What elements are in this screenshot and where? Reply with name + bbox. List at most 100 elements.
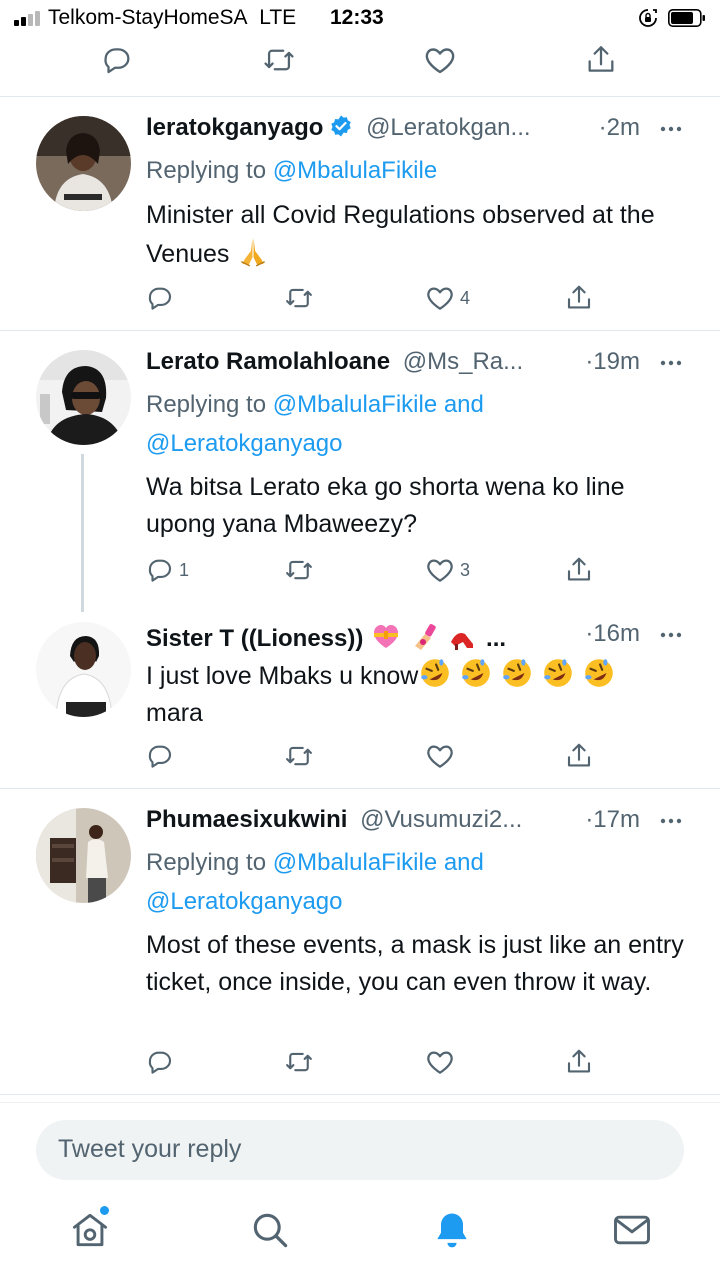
reply-button[interactable]: 1	[145, 550, 189, 590]
replying-to: Replying to @MbalulaFikile and @Leratokg…	[146, 391, 484, 457]
carrier-label: Telkom-StayHomeSA LTE	[48, 6, 297, 29]
retweet-button[interactable]	[284, 278, 314, 318]
share-icon	[567, 285, 591, 309]
reply-button[interactable]	[145, 1042, 175, 1082]
avatar[interactable]	[36, 808, 131, 903]
avatar[interactable]	[36, 622, 131, 717]
status-bar: Telkom-StayHomeSA LTE 12:33	[0, 0, 720, 36]
divider	[0, 1094, 720, 1095]
share-button[interactable]	[564, 278, 594, 318]
mention-link[interactable]: @MbalulaFikile and	[273, 391, 484, 418]
share-button[interactable]	[564, 550, 594, 590]
reply-button[interactable]	[100, 40, 134, 80]
tweet-actions: 4	[0, 278, 720, 318]
battery-icon	[668, 9, 705, 27]
replying-to: Replying to @MbalulaFikile	[146, 157, 438, 184]
reply-button[interactable]	[145, 278, 175, 318]
rotation-lock-icon	[639, 9, 657, 27]
rolling-laughing-emoji	[585, 659, 613, 687]
notifications-tab[interactable]	[430, 1208, 474, 1252]
display-name[interactable]: Phumaesixukwini	[146, 806, 347, 833]
tweet-timestamp[interactable]: ·19m	[585, 348, 640, 376]
like-button[interactable]: 4	[424, 278, 470, 318]
mention-link[interactable]: @Leratokganyago	[146, 430, 343, 457]
retweet-button[interactable]	[262, 40, 296, 80]
home-tab[interactable]	[68, 1206, 112, 1252]
status-time: 12:33	[330, 6, 384, 29]
avatar[interactable]	[36, 116, 131, 211]
retweet-button[interactable]	[284, 736, 314, 776]
retweet-button[interactable]	[284, 550, 314, 590]
bottom-navigation	[0, 1196, 720, 1280]
heart-icon	[427, 745, 453, 768]
retweet-button[interactable]	[284, 1042, 314, 1082]
display-name[interactable]: Sister T ((Lioness))	[146, 625, 363, 652]
tweet-card[interactable]: Sister T ((Lioness)) ... ·16m I just lov…	[0, 606, 720, 788]
reply-placeholder: Tweet your reply	[58, 1135, 242, 1163]
tweet-timestamp[interactable]: ·17m	[585, 806, 640, 834]
mention-link[interactable]: @Leratokganyago	[146, 888, 343, 915]
reply-icon	[148, 287, 172, 310]
tweet-header: Sister T ((Lioness)) ... ·16m	[146, 620, 686, 656]
tweet-text: Minister all Covid Regulations observed …	[146, 201, 655, 268]
high-heel-emoji	[451, 633, 474, 650]
retweet-icon	[286, 1052, 312, 1072]
tweet-text: I just love Mbaks u know mara	[146, 656, 691, 732]
reply-icon	[148, 559, 172, 582]
retweet-icon	[264, 49, 294, 71]
heart-icon	[427, 287, 453, 310]
tweet-card[interactable]: Lerato Ramolahloane @Ms_Ra... ·19m Reply…	[0, 330, 720, 612]
search-tab[interactable]	[248, 1208, 292, 1252]
like-button[interactable]	[424, 1042, 456, 1082]
messages-tab[interactable]	[610, 1208, 654, 1252]
notifications-bell-icon	[437, 1213, 467, 1248]
reply-count: 1	[179, 559, 190, 580]
more-options-icon[interactable]	[656, 114, 686, 144]
tweet-actions: 1 3	[0, 550, 720, 590]
share-button[interactable]	[564, 1042, 594, 1082]
share-button[interactable]	[584, 40, 618, 80]
share-icon	[567, 743, 591, 767]
display-name-truncation: ...	[486, 625, 507, 652]
heart-with-ribbon-emoji	[374, 625, 399, 648]
like-button[interactable]: 3	[424, 550, 470, 590]
display-name[interactable]: leratokganyago	[146, 114, 323, 141]
user-handle: @Ms_Ra...	[402, 348, 524, 375]
tweet-header: leratokganyago @Leratokgan... ·2m	[146, 114, 686, 150]
reply-button[interactable]	[145, 736, 175, 776]
avatar[interactable]	[36, 350, 131, 445]
avatar-image	[36, 116, 131, 211]
like-button[interactable]	[424, 736, 456, 776]
like-button[interactable]	[422, 40, 458, 80]
tweet-card[interactable]: leratokganyago @Leratokgan... ·2m Replyi…	[0, 96, 720, 330]
rolling-laughing-emoji	[462, 659, 491, 687]
like-count: 4	[460, 287, 471, 308]
rolling-laughing-emoji	[544, 659, 573, 687]
tweet-header: Phumaesixukwini @Vusumuzi2... ·17m	[146, 806, 686, 842]
display-name[interactable]: Lerato Ramolahloane	[146, 348, 390, 375]
more-options-icon[interactable]	[656, 348, 686, 378]
share-icon	[567, 1049, 591, 1073]
retweet-icon	[286, 560, 312, 580]
tweet-timestamp[interactable]: ·16m	[585, 620, 640, 648]
share-icon	[567, 557, 591, 581]
tweet-card[interactable]: Phumaesixukwini @Vusumuzi2... ·17m Reply…	[0, 788, 720, 1094]
tweet-timestamp[interactable]: ·2m	[599, 114, 640, 142]
user-handle: @Leratokgan...	[366, 114, 531, 141]
reply-icon	[148, 1051, 172, 1074]
more-options-icon[interactable]	[656, 620, 686, 650]
user-handle: @Vusumuzi2...	[360, 806, 523, 833]
tweet-reply-input[interactable]: Tweet your reply	[36, 1120, 684, 1180]
avatar-image	[36, 622, 131, 717]
reply-icon	[104, 48, 130, 74]
folded-hands-emoji	[241, 238, 266, 267]
tweet-text: Most of these events, a mask is just lik…	[146, 931, 684, 996]
more-options-icon[interactable]	[656, 806, 686, 836]
signal-strength-icon	[14, 10, 42, 26]
mention-link[interactable]: @MbalulaFikile	[273, 157, 437, 184]
tweet-actions	[0, 736, 720, 776]
share-button[interactable]	[564, 736, 594, 776]
reply-icon	[148, 745, 172, 768]
mention-link[interactable]: @MbalulaFikile and	[273, 849, 484, 876]
divider	[0, 1102, 720, 1103]
